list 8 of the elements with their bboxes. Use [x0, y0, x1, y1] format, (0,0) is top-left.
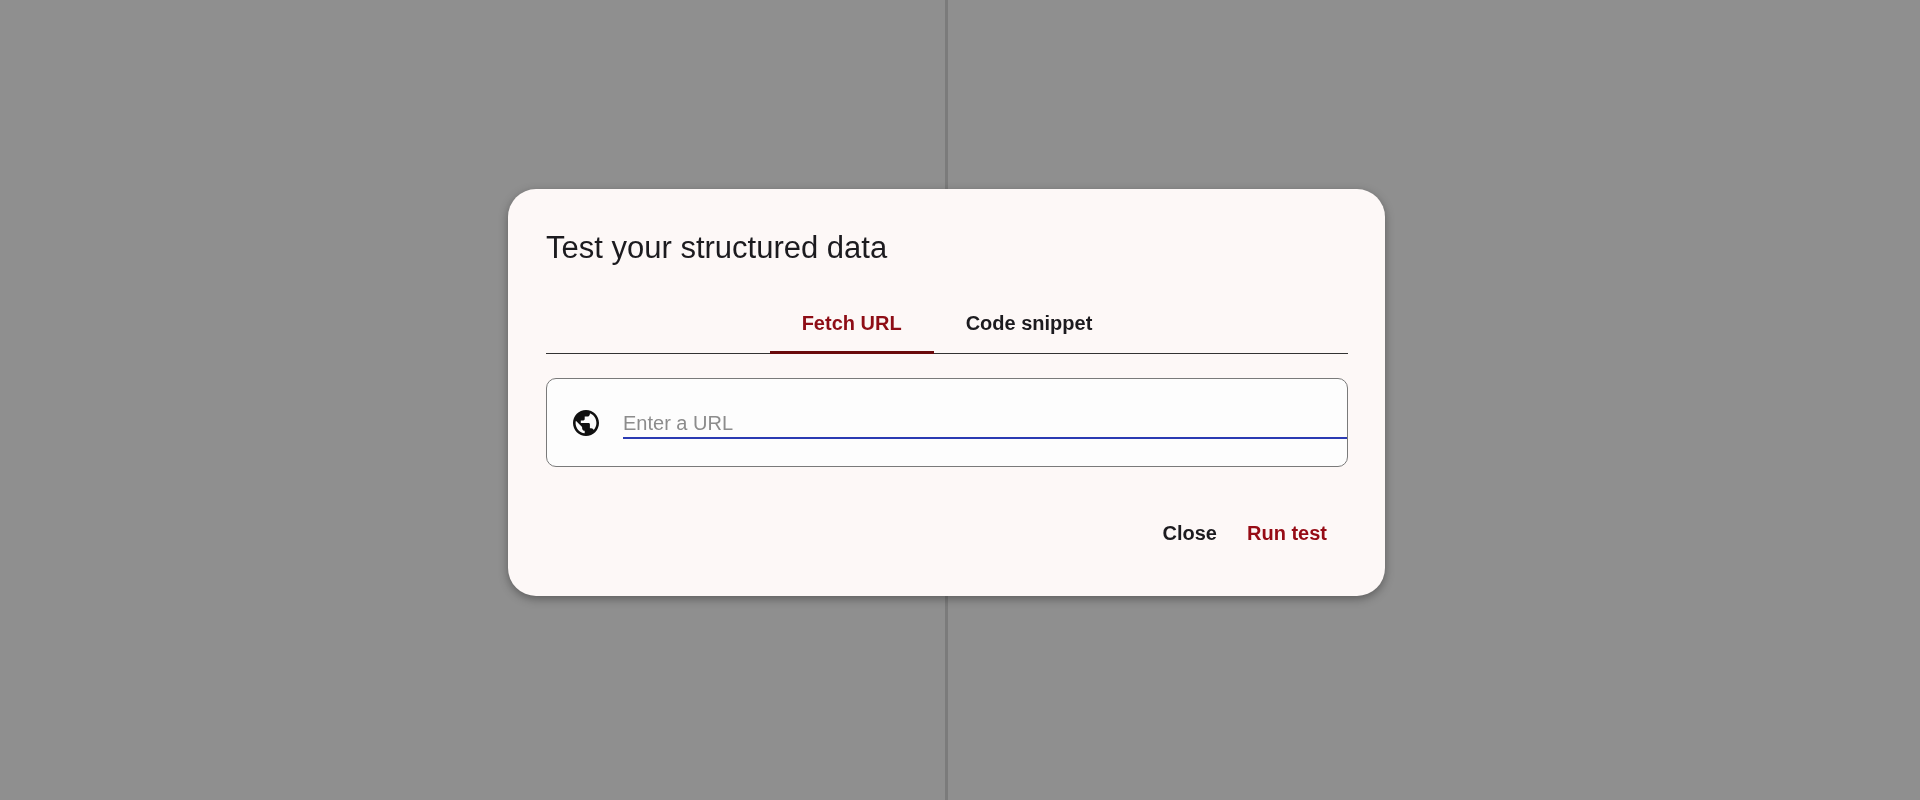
close-button[interactable]: Close	[1150, 513, 1229, 554]
tab[interactable]: Code snippet	[933, 298, 1125, 355]
url-input[interactable]: Enter a URL	[623, 408, 1347, 439]
dialog-title: Test your structured data	[546, 229, 889, 267]
tab[interactable]: Fetch URL	[769, 298, 934, 355]
url-field[interactable]: Enter a URL	[546, 378, 1348, 468]
globe-icon	[573, 409, 599, 436]
confirm-button[interactable]: Run test	[1235, 513, 1339, 554]
